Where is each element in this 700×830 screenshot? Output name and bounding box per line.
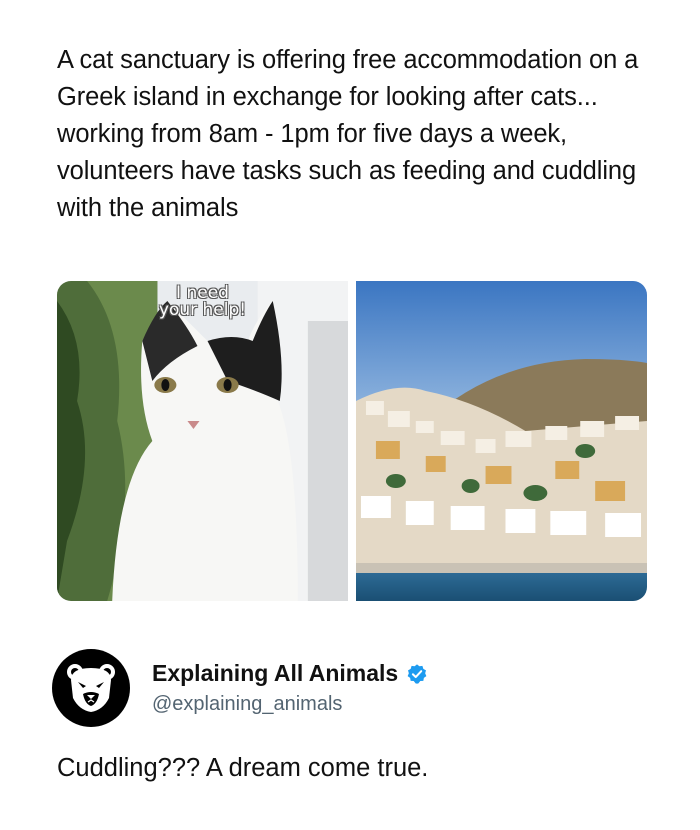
reply-text: Cuddling??? A dream come true. [57,754,429,782]
meme-caption-line: your help! [158,300,247,320]
greek-island-image[interactable] [356,281,647,601]
avatar[interactable] [52,649,130,727]
cat-meme-image[interactable]: I need your help! [57,281,348,601]
user-handle[interactable]: @explaining_animals [152,693,428,716]
bear-icon [67,664,115,712]
meme-caption: I need your help! [57,285,348,319]
profile-header: Explaining All Animals @explaining_anima… [52,643,612,733]
display-name[interactable]: Explaining All Animals [152,660,398,687]
display-name-row: Explaining All Animals [152,660,428,687]
verified-badge-icon [407,663,427,684]
profile-names: Explaining All Animals @explaining_anima… [152,660,428,716]
media-grid: I need your help! [57,281,647,601]
island-photo [356,281,647,601]
post-headline: A cat sanctuary is offering free accommo… [57,46,639,222]
cat-photo [57,281,348,601]
